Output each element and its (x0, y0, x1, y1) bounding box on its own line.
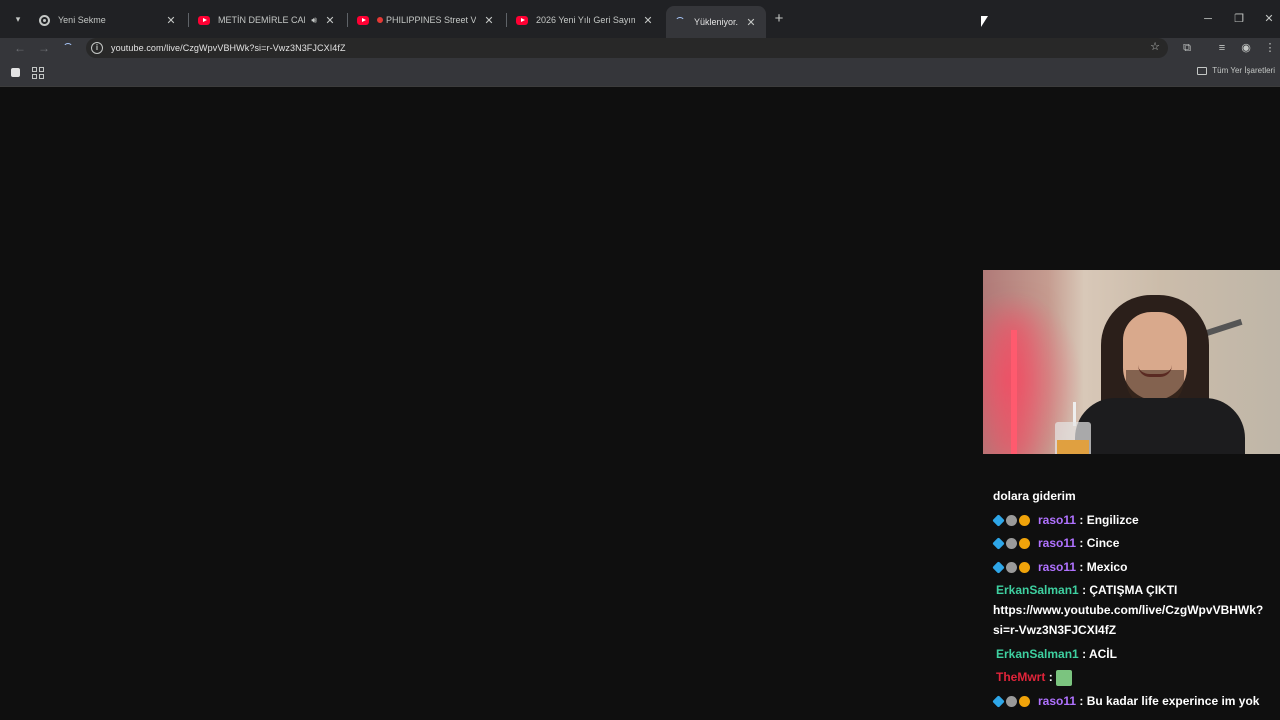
chat-message: ErkanSalman1 : ACİL (993, 644, 1280, 664)
tab-divider (506, 13, 507, 27)
tab-title: Yükleniyor... (694, 17, 738, 27)
badge-icons (992, 561, 1032, 574)
restore-icon: ❐ (1234, 13, 1244, 25)
tab-philippines[interactable]: PHILIPPINES Street View Live ✕ (349, 6, 504, 34)
profile-icon[interactable]: ◉ (1238, 40, 1254, 56)
apps-grid-icon[interactable] (32, 67, 44, 79)
bookmark-star-icon[interactable]: ☆ (1150, 40, 1160, 53)
chat-message: raso11 : Cince (992, 533, 1280, 553)
youtube-icon (516, 14, 528, 26)
close-icon[interactable]: ✕ (641, 14, 655, 27)
site-info-icon[interactable]: i (91, 42, 103, 54)
chat-text: : ACİL (1082, 646, 1117, 661)
chat-message: dolara giderim (993, 486, 1280, 506)
close-icon: ✕ (1264, 13, 1274, 25)
media-controls-icon[interactable]: ≡ (1214, 40, 1230, 56)
chat-username: ErkanSalman1 (996, 646, 1079, 661)
chat-text: dolara giderim (993, 489, 1076, 503)
toolbar: ← → i youtube.com/live/CzgWpvVBHWk?si=r-… (0, 38, 1280, 58)
mouse-cursor (981, 16, 988, 27)
plus-icon: + (774, 10, 784, 27)
close-icon[interactable]: ✕ (482, 14, 496, 27)
tab-title: PHILIPPINES Street View Live (386, 15, 476, 25)
loading-spinner-icon (63, 43, 73, 53)
close-window-button[interactable]: ✕ (1259, 10, 1279, 28)
chat-text: : Engilizce (1079, 512, 1139, 527)
chat-text: : Bu kadar life experince im yok (1079, 693, 1260, 708)
stop-loading-button[interactable] (59, 39, 77, 57)
close-icon[interactable]: ✕ (164, 14, 178, 27)
tab-title: 2026 Yeni Yılı Geri Sayımı! - 2026 (536, 15, 635, 25)
url-text[interactable]: youtube.com/live/CzgWpvVBHWk?si=r-Vwz3N3… (111, 43, 346, 53)
badge-icons (992, 695, 1032, 708)
chat-username: raso11 (1038, 559, 1077, 574)
tab-title: METİN DEMİRLE CANLI MEYHANE (218, 15, 305, 25)
bookmarks-bar: Tüm Yer İşaretleri (0, 58, 1280, 87)
chat-username: ErkanSalman1 (996, 583, 1079, 597)
chat-username: raso11 (1038, 693, 1077, 708)
chat-message-cutoff (993, 474, 1280, 486)
chevron-down-icon: ▾ (15, 13, 21, 24)
chat-overlay: dolara giderim raso11 : Engilizce raso11 :… (992, 474, 1280, 714)
chat-message: ErkanSalman1 : ÇATIŞMA ÇIKTI https://www… (993, 580, 1280, 640)
chat-message: raso11 : Bu kadar life experince im yok (992, 691, 1280, 711)
all-bookmarks-label: Tüm Yer İşaretleri (1212, 66, 1275, 75)
minimize-button[interactable]: ─ (1198, 10, 1218, 28)
close-icon[interactable]: ✕ (744, 16, 758, 29)
all-bookmarks-button[interactable]: Tüm Yer İşaretleri (1197, 66, 1275, 75)
loading-spinner-icon (674, 16, 686, 28)
folder-icon (1197, 66, 1208, 75)
tab-search-button[interactable]: ▾ (8, 9, 28, 29)
menu-icon[interactable]: ⋮ (1262, 40, 1278, 56)
tab-divider (347, 13, 348, 27)
tab-strip: ▾ Yeni Sekme ✕ METİN DEMİRLE CANLI MEYHA… (0, 0, 1280, 38)
bookmark-app-icon[interactable] (11, 68, 20, 77)
address-bar[interactable]: i youtube.com/live/CzgWpvVBHWk?si=r-Vwz3… (86, 38, 1168, 58)
chrome-icon (38, 14, 50, 26)
minimize-icon: ─ (1204, 13, 1212, 25)
back-button[interactable]: ← (11, 39, 29, 57)
youtube-icon (198, 14, 210, 26)
tab-loading[interactable]: Yükleniyor... ✕ (666, 6, 766, 38)
chat-username: raso11 (1038, 536, 1077, 550)
chat-message: raso11 : Mexico (992, 557, 1280, 577)
chat-message: raso11 : Engilizce (992, 510, 1280, 530)
tab-2026-countdown[interactable]: 2026 Yeni Yılı Geri Sayımı! - 2026 ✕ (508, 6, 663, 34)
forward-button[interactable]: → (35, 39, 53, 57)
arrow-left-icon: ← (14, 41, 26, 55)
restore-button[interactable]: ❐ (1229, 10, 1249, 28)
tab-new-tab[interactable]: Yeni Sekme ✕ (30, 6, 186, 34)
page-content: dolara giderim raso11 : Engilizce raso11 :… (0, 87, 1280, 720)
tab-title: Yeni Sekme (58, 15, 106, 25)
close-icon[interactable]: ✕ (323, 14, 337, 27)
extensions-icon[interactable]: ⧉ (1179, 40, 1195, 56)
chat-text: : (1048, 670, 1053, 684)
speaker-icon[interactable]: 🔊︎ (311, 15, 317, 26)
chat-username: raso11 (1038, 512, 1077, 527)
recording-icon (377, 17, 383, 23)
webcam-overlay (983, 270, 1280, 454)
chat-message: TheMwrt : (993, 667, 1280, 687)
badge-icons (992, 537, 1032, 551)
chat-username: TheMwrt (996, 670, 1046, 684)
arrow-right-icon: → (38, 41, 50, 55)
new-tab-button[interactable]: + (771, 11, 787, 27)
tab-divider (188, 13, 189, 27)
tab-metin-demirle[interactable]: METİN DEMİRLE CANLI MEYHANE 🔊︎ ✕ (190, 6, 345, 34)
badge-icons (992, 514, 1032, 527)
emote-icon (1056, 669, 1073, 686)
chat-text: : Mexico (1079, 559, 1128, 574)
youtube-icon (357, 14, 369, 26)
chat-text: : Cince (1079, 536, 1120, 550)
